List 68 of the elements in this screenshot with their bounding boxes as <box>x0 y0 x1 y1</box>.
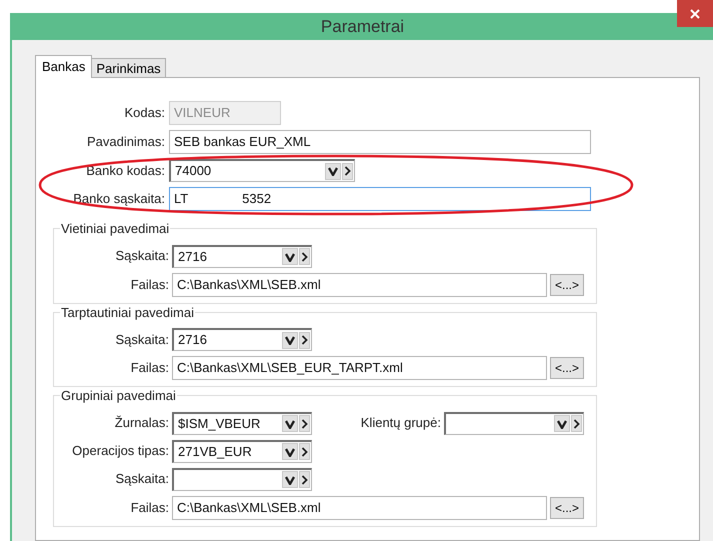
field-label: Failas: <box>130 498 170 517</box>
field-label: Sąskaita: <box>114 470 170 488</box>
file-path-field[interactable]: C:\Bankas\XML\SEB.xml <box>172 272 547 296</box>
field-label: Kodas: <box>124 104 166 122</box>
next-button[interactable] <box>299 332 310 348</box>
field-label: Sąskaita: <box>114 330 170 349</box>
chevron-down-icon <box>285 446 295 456</box>
dropdown-button[interactable] <box>282 248 298 265</box>
next-button[interactable] <box>299 443 310 460</box>
field-label: Operacijos tipas: <box>71 442 170 460</box>
next-button[interactable] <box>299 471 310 488</box>
next-button[interactable] <box>342 162 353 180</box>
tab[interactable]: Parinkimas <box>92 58 166 77</box>
chevron-right-icon <box>301 252 308 262</box>
group-title: Tarptautiniai pavedimai <box>60 304 195 322</box>
text-field[interactable]: SEB bankas EUR_XML <box>169 130 591 154</box>
chevron-down-icon <box>285 418 295 428</box>
group-title: Vietiniai pavedimai <box>60 220 170 238</box>
dropdown-button[interactable] <box>282 332 298 348</box>
close-icon <box>690 8 700 18</box>
file-path-field[interactable]: C:\Bankas\XML\SEB.xml <box>172 496 547 520</box>
combo-box[interactable]: 271VB_EUR <box>172 440 312 462</box>
browse-button[interactable]: <...> <box>550 357 584 379</box>
tab[interactable]: Bankas <box>35 55 92 78</box>
dropdown-button[interactable] <box>325 162 341 180</box>
field-label: Failas: <box>130 276 170 294</box>
combo-box[interactable]: 74000 <box>169 159 355 182</box>
combo-value: 74000 <box>174 162 212 180</box>
chevron-down-icon <box>557 418 567 428</box>
chevron-right-icon <box>344 166 351 176</box>
combo-box[interactable] <box>172 468 312 490</box>
field-label: Žurnalas: <box>114 414 170 432</box>
field-label: Pavadinimas: <box>86 133 166 152</box>
dropdown-button[interactable] <box>554 415 570 432</box>
combo-value: $ISM_VBEUR <box>177 414 262 433</box>
next-button[interactable] <box>299 415 310 432</box>
next-button[interactable] <box>299 248 310 265</box>
browse-button[interactable]: <...> <box>550 496 584 518</box>
chevron-down-icon <box>285 252 295 262</box>
field-label: Klientų grupė: <box>360 414 442 432</box>
combo-box[interactable] <box>444 412 584 434</box>
field-label: Sąskaita: <box>114 247 170 266</box>
close-button[interactable] <box>677 0 713 27</box>
combo-value: 271VB_EUR <box>177 442 253 461</box>
chevron-down-icon <box>285 335 295 345</box>
file-path-field[interactable]: C:\Bankas\XML\SEB_EUR_TARPT.xml <box>172 356 547 380</box>
chevron-down-icon <box>328 166 338 176</box>
chevron-right-icon <box>301 335 308 345</box>
combo-value: 2716 <box>177 248 208 266</box>
combo-value: 2716 <box>177 331 208 350</box>
combo-box[interactable]: 2716 <box>172 328 312 351</box>
chevron-right-icon <box>301 446 308 456</box>
dropdown-button[interactable] <box>282 415 298 432</box>
chevron-down-icon <box>285 474 295 484</box>
combo-box[interactable]: 2716 <box>172 244 312 268</box>
field-label: Banko kodas: <box>85 162 166 180</box>
chevron-right-icon <box>573 418 580 428</box>
field-label: Failas: <box>130 359 170 378</box>
combo-box[interactable]: $ISM_VBEUR <box>172 412 312 434</box>
text-field[interactable]: LT 5352 <box>169 187 591 211</box>
group-title: Grupiniai pavedimai <box>60 387 177 405</box>
window-title: Parametrai <box>320 16 404 38</box>
dropdown-button[interactable] <box>282 471 298 488</box>
chevron-right-icon <box>301 418 308 428</box>
next-button[interactable] <box>571 415 582 432</box>
browse-button[interactable]: <...> <box>550 274 584 296</box>
chevron-right-icon <box>301 474 308 484</box>
dropdown-button[interactable] <box>282 443 298 460</box>
